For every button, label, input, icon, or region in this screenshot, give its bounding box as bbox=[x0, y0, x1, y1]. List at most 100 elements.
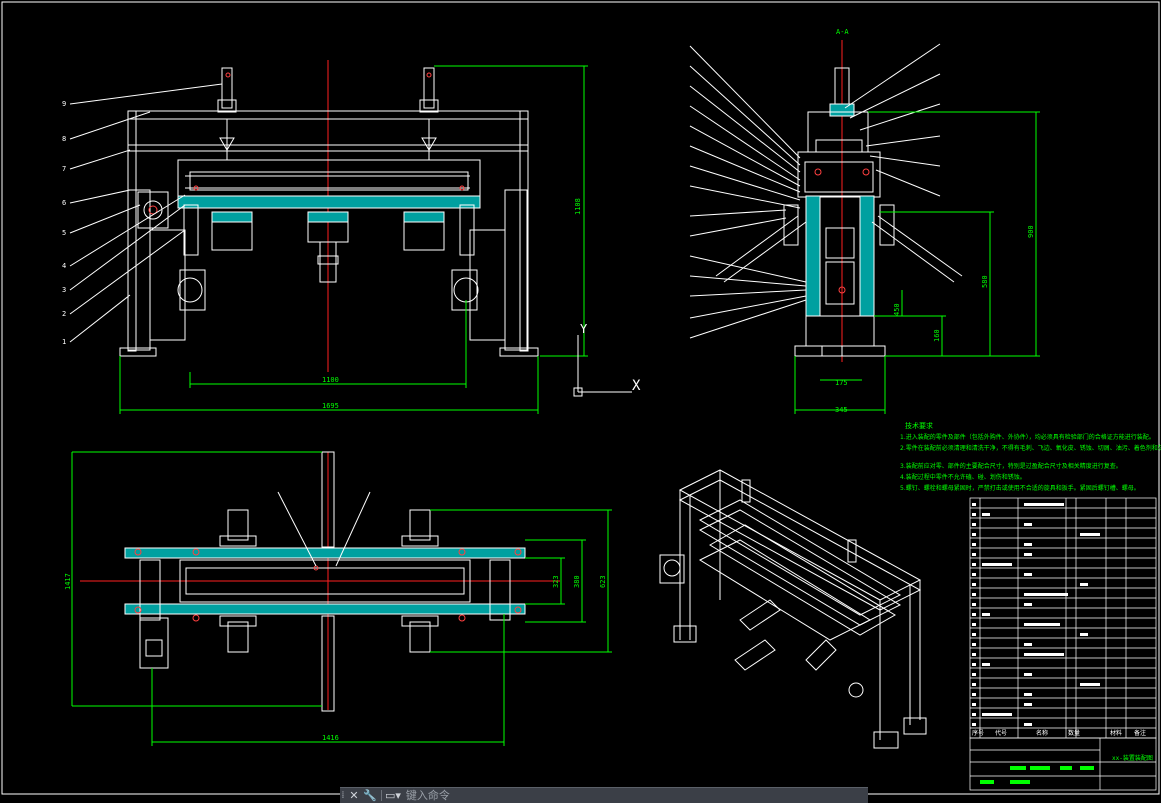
front-view bbox=[69, 60, 539, 372]
dim-side-center: 175 bbox=[835, 379, 848, 387]
leader-label: 1 bbox=[62, 338, 66, 346]
parts-row-text bbox=[1024, 723, 1032, 726]
command-line-bar[interactable]: ⁞ ✕ 🔧 ▭▾ bbox=[340, 787, 868, 803]
tech-note-line: 1.进入装配的零件及部件（包括外购件、外协件），均必须具有检验部门的合格证方能进… bbox=[900, 433, 1155, 441]
header-material: 材料 bbox=[1110, 729, 1122, 737]
tech-note-line: 5.螺钉、螺栓和螺母紧固时，严禁打击或使用不合适的旋具和扳手。紧固后螺钉槽、螺母… bbox=[900, 484, 1140, 492]
dim-side-base: 345 bbox=[835, 406, 848, 414]
command-prompt-icon[interactable]: ▭▾ bbox=[385, 789, 401, 802]
header-index: 序号 bbox=[972, 729, 984, 737]
title-block-cell bbox=[980, 780, 994, 784]
parts-row-text bbox=[1024, 503, 1064, 506]
parts-row-index bbox=[972, 693, 976, 696]
tech-note-line: 4.装配过程中零件不允许磕、碰、划伤和锈蚀。 bbox=[900, 473, 1026, 481]
separator bbox=[381, 790, 382, 801]
dim-front-overall: 1695 bbox=[322, 402, 339, 410]
parts-list bbox=[969, 497, 1157, 791]
parts-list-headers: 序号 代号 名称 数量 材料 备注 bbox=[972, 729, 1146, 737]
parts-row-index bbox=[972, 533, 976, 536]
top-dimensions bbox=[71, 451, 612, 746]
leader-label: 9 bbox=[62, 100, 66, 108]
parts-row-index bbox=[972, 643, 976, 646]
leader-label: 4 bbox=[62, 262, 66, 270]
parts-row-text bbox=[982, 513, 990, 516]
parts-row-index bbox=[972, 523, 976, 526]
header-qty: 数量 bbox=[1068, 729, 1080, 737]
ucs-y-label: Y bbox=[580, 322, 588, 336]
title-block-cell bbox=[1010, 766, 1026, 770]
parts-row-index bbox=[972, 593, 976, 596]
parts-row-index bbox=[972, 603, 976, 606]
parts-row-text bbox=[982, 613, 990, 616]
parts-row-index bbox=[972, 543, 976, 546]
front-leader-labels: 9 8 7 6 5 4 3 2 1 bbox=[62, 100, 66, 346]
title-block-cell bbox=[1010, 780, 1030, 784]
parts-row-text bbox=[982, 713, 1012, 716]
front-dimensions bbox=[119, 65, 588, 414]
parts-row-text bbox=[1024, 573, 1032, 576]
header-remark: 备注 bbox=[1134, 729, 1146, 737]
leader-label: 2 bbox=[62, 310, 66, 318]
parts-row-index bbox=[972, 663, 976, 666]
tech-note-line: 2.零件在装配前必须清理和清洗干净，不得有毛刺、飞边、氧化皮、锈蚀、切屑、油污、… bbox=[900, 444, 1161, 452]
drawing-border bbox=[1, 1, 1160, 795]
parts-row-index bbox=[972, 703, 976, 706]
ucs-icon bbox=[573, 335, 632, 397]
parts-row-text bbox=[1024, 703, 1032, 706]
dim-top-height: 1417 bbox=[64, 573, 72, 590]
parts-row-index bbox=[972, 503, 976, 506]
cad-drawing-canvas[interactable]: 9 8 7 6 5 4 3 2 1 1108 1100 1695 Y X A-A… bbox=[0, 0, 1161, 802]
parts-row-index bbox=[972, 713, 976, 716]
section-label: A-A bbox=[836, 28, 849, 36]
parts-row-index bbox=[972, 563, 976, 566]
parts-row-text bbox=[982, 663, 990, 666]
parts-row-text bbox=[1080, 683, 1100, 686]
parts-row-index bbox=[972, 623, 976, 626]
parts-row-index bbox=[972, 673, 976, 676]
header-name: 名称 bbox=[1036, 729, 1048, 737]
command-input[interactable] bbox=[403, 789, 868, 802]
leader-label: 8 bbox=[62, 135, 66, 143]
parts-row-index bbox=[972, 513, 976, 516]
close-icon[interactable]: ✕ bbox=[346, 789, 362, 803]
parts-list-fill bbox=[972, 503, 1100, 784]
wrench-icon[interactable]: 🔧 bbox=[362, 789, 378, 803]
leader-label: 3 bbox=[62, 286, 66, 294]
parts-row-text bbox=[1024, 593, 1068, 596]
title-block-cell bbox=[1030, 766, 1050, 770]
parts-row-text bbox=[1024, 653, 1064, 656]
header-code: 代号 bbox=[995, 729, 1007, 737]
parts-row-index bbox=[972, 723, 976, 726]
leader-label: 5 bbox=[62, 229, 66, 237]
parts-row-text bbox=[1024, 693, 1032, 696]
parts-row-index bbox=[972, 583, 976, 586]
dim-side-height: 900 bbox=[1027, 225, 1035, 238]
parts-row-index bbox=[972, 683, 976, 686]
parts-row-text bbox=[1024, 643, 1032, 646]
dim-top-width: 1416 bbox=[322, 734, 339, 742]
tech-notes-title: 技术要求 bbox=[905, 421, 933, 430]
drawing-name: xx-装置装配图 bbox=[1112, 754, 1153, 762]
parts-row-text bbox=[1024, 553, 1032, 556]
dim-side-low: 160 bbox=[933, 329, 941, 342]
title-block-cell bbox=[1060, 766, 1072, 770]
title-block-cell bbox=[1080, 766, 1094, 770]
side-view bbox=[689, 40, 963, 362]
tech-note-line: 3.装配前应对零、部件的主要配合尺寸，特别是过盈配合尺寸及相关精度进行复查。 bbox=[900, 462, 1122, 470]
isometric-view bbox=[659, 469, 927, 749]
parts-row-text bbox=[1024, 603, 1032, 606]
parts-row-text bbox=[1024, 523, 1032, 526]
parts-row-index bbox=[972, 653, 976, 656]
dim-front-height: 1108 bbox=[574, 198, 582, 215]
parts-row-text bbox=[1024, 673, 1032, 676]
ucs-x-label: X bbox=[632, 378, 641, 394]
dim-side-mid: 580 bbox=[981, 275, 989, 288]
tech-notes: 技术要求 1.进入装配的零件及部件（包括外购件、外协件），均必须具有检验部门的合… bbox=[900, 421, 1161, 492]
leader-label: 6 bbox=[62, 199, 66, 207]
side-dimensions bbox=[794, 111, 1040, 414]
parts-row-text bbox=[982, 563, 1012, 566]
dim-top-right1: 623 bbox=[599, 575, 607, 588]
parts-row-index bbox=[972, 633, 976, 636]
parts-row-text bbox=[1080, 533, 1100, 536]
dim-top-right3: 323 bbox=[552, 575, 560, 588]
